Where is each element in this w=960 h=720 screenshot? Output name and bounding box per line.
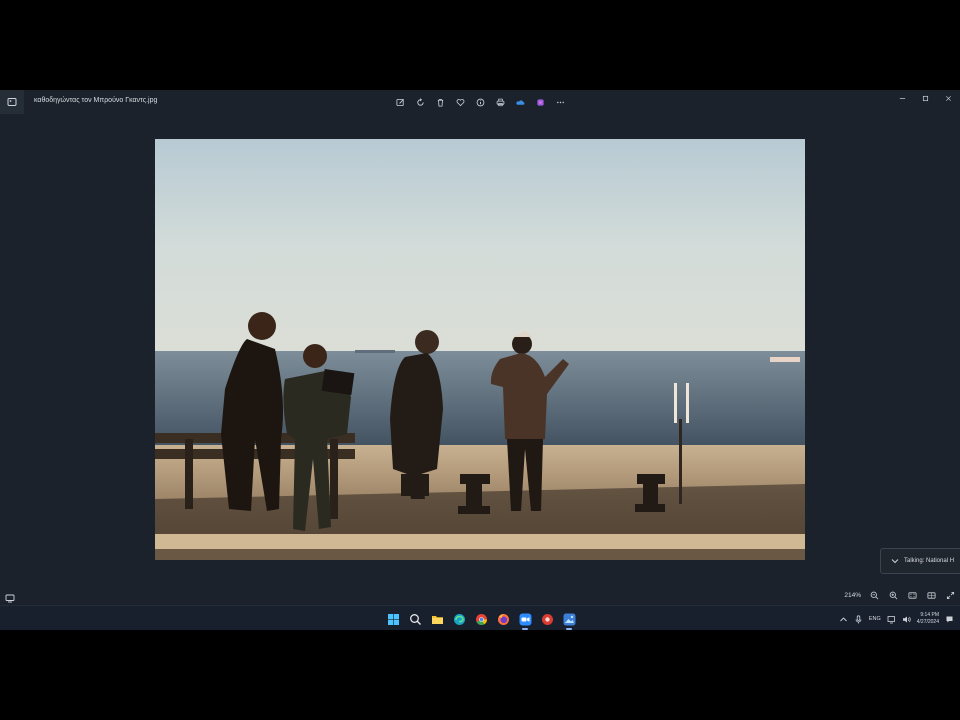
filmstrip-icon [5,594,15,603]
edit-icon [395,98,404,106]
fit-window-icon [907,591,917,599]
zoom-app-button[interactable] [516,610,534,630]
rotate-icon [416,97,424,106]
favorite-icon [456,98,464,106]
copilot-icon [536,98,544,106]
show-hidden-icons-button[interactable] [839,615,848,624]
app-icon [541,613,553,625]
zoom-out-icon [870,591,878,599]
close-icon [946,95,951,101]
info-button[interactable] [473,95,487,109]
chevron-down-icon [891,559,899,564]
minimize-button[interactable] [891,90,914,106]
fit-to-window-button[interactable] [906,589,918,601]
edit-button[interactable] [393,95,407,109]
zoom-in-icon [889,591,897,599]
photos-app-window: καθοδηγώντας τον Μπρούνο Γκαντς.jpg Talk… [0,90,960,605]
status-bar: 214% [0,585,960,605]
letterbox-bottom [0,630,960,720]
slideshow-button[interactable] [925,589,937,601]
maximize-icon [922,95,929,101]
app-menu-button[interactable] [0,90,24,114]
notification-icon [946,616,953,622]
maximize-button[interactable] [914,90,937,106]
rotate-button[interactable] [413,95,427,109]
fullscreen-icon [946,591,954,599]
photo-canvas[interactable] [155,139,805,560]
system-tray: ENG 9:14 PM 4/27/2024 [839,609,954,629]
red-app-button[interactable] [538,610,556,628]
toolbar [393,95,567,109]
volume-button[interactable] [902,615,911,624]
folder-icon [431,615,443,624]
zoom-out-button[interactable] [868,589,880,601]
taskbar-search-button[interactable] [406,610,424,628]
clock[interactable]: 9:14 PM 4/27/2024 [917,612,939,626]
input-language[interactable]: ENG [869,616,881,622]
filmstrip-toggle-button[interactable] [5,590,15,603]
close-button[interactable] [937,90,960,106]
microphone-button[interactable] [854,614,863,624]
edge-button[interactable] [450,610,468,628]
taskbar-apps [384,610,578,630]
delete-icon [437,98,443,107]
minimize-icon [899,97,906,99]
seaside-photo [155,139,805,560]
zoom-icon [519,613,531,625]
edge-icon [453,613,465,625]
favorite-button[interactable] [453,95,467,109]
print-icon [496,98,504,106]
zoom-in-button[interactable] [887,589,899,601]
zoom-level: 214% [844,591,861,599]
search-icon [409,613,421,625]
title-bar: καθοδηγώντας τον Μπρούνο Γκαντς.jpg [0,90,960,114]
start-button[interactable] [384,610,402,628]
chrome-button[interactable] [472,610,490,628]
fullscreen-button[interactable] [944,589,956,601]
window-controls [891,90,960,106]
chrome-icon [475,613,487,625]
toast-text: Talking: National H [904,558,955,564]
letterbox-top [0,0,960,90]
clock-time: 9:14 PM [920,612,939,618]
print-button[interactable] [493,95,507,109]
zoom-controls: 214% [844,589,956,601]
copilot-button[interactable] [533,95,547,109]
slideshow-icon [926,591,936,599]
onedrive-icon [515,99,524,105]
onedrive-button[interactable] [513,95,527,109]
taskbar: ENG 9:14 PM 4/27/2024 [0,605,960,631]
more-icon [556,101,564,103]
photos-icon [563,613,575,625]
windows-logo-icon [387,613,399,625]
speaker-icon [902,616,911,622]
photos-app-button[interactable] [560,610,578,630]
network-button[interactable] [887,615,896,624]
file-explorer-button[interactable] [428,610,446,628]
info-icon [476,98,484,106]
file-name: καθοδηγώντας τον Μπρούνο Γκαντς.jpg [34,97,158,104]
delete-button[interactable] [433,95,447,109]
firefox-button[interactable] [494,610,512,628]
chevron-up-icon [840,616,847,621]
photos-app-icon [7,98,17,106]
media-toast[interactable]: Talking: National H [880,548,960,574]
notifications-button[interactable] [945,615,954,624]
microphone-icon [855,614,862,623]
clock-date: 4/27/2024 [916,619,939,625]
more-button[interactable] [553,95,567,109]
firefox-icon [497,613,509,625]
network-icon [887,615,895,623]
